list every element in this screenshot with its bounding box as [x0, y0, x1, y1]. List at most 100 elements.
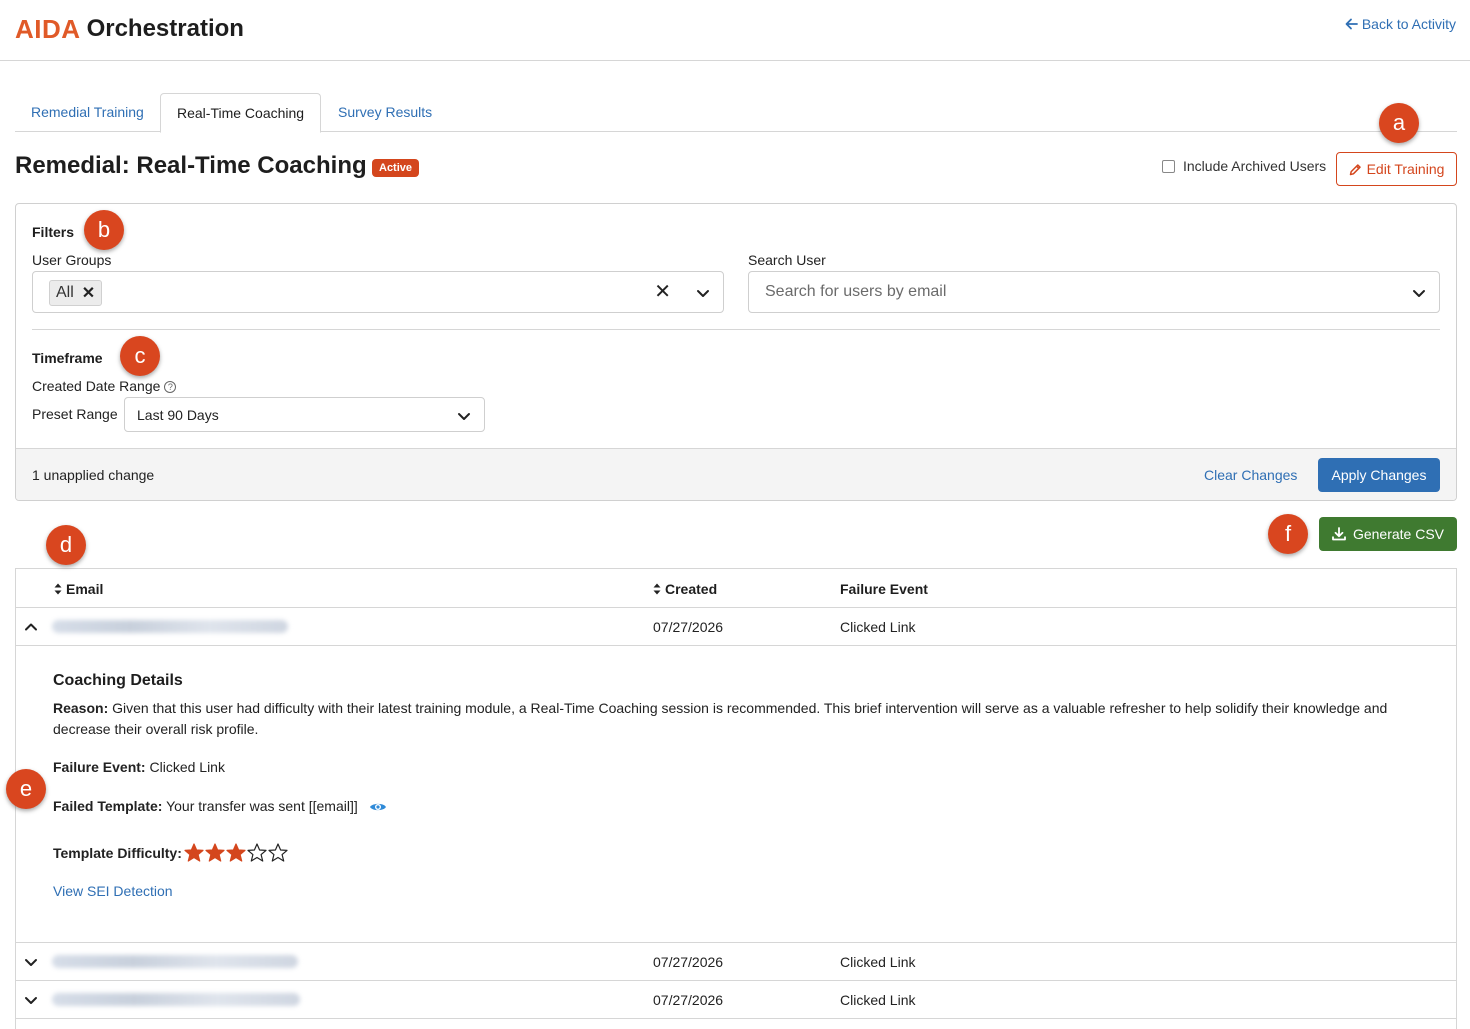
preset-range-select[interactable]: Last 90 Days	[124, 397, 485, 432]
blurred-email	[52, 620, 288, 633]
reason-line: Reason: Given that this user had difficu…	[53, 698, 1423, 740]
page-title: Remedial: Real-Time Coaching	[15, 152, 367, 179]
download-icon	[1332, 527, 1346, 541]
failure-event-cell: Clicked Link	[840, 619, 916, 635]
difficulty-stars	[184, 843, 288, 863]
chevron-down-icon[interactable]	[24, 993, 38, 1007]
template-difficulty-line: Template Difficulty:	[53, 843, 182, 864]
eye-icon[interactable]	[369, 801, 387, 813]
include-archived-label: Include Archived Users	[1183, 158, 1327, 174]
arrow-left-icon	[1345, 18, 1358, 30]
pencil-icon	[1349, 163, 1361, 175]
remove-chip-icon[interactable]: ✕	[82, 283, 95, 303]
user-group-chip-label: All	[56, 284, 74, 301]
sort-icon	[653, 583, 661, 595]
table-row[interactable]: 07/27/2026 Clicked Link	[16, 980, 1456, 1018]
search-user-label: Search User	[748, 252, 826, 268]
column-header-created[interactable]: Created	[653, 581, 717, 597]
star-filled-icon	[184, 843, 204, 862]
template-difficulty-label: Template Difficulty:	[53, 845, 182, 861]
annotation-marker-d: d	[46, 525, 86, 565]
created-cell: 07/27/2026	[653, 992, 724, 1008]
tab-survey-results[interactable]: Survey Results	[322, 93, 448, 132]
filters-title: Filters	[32, 224, 75, 240]
failed-template-line: Failed Template: Your transfer was sent …	[53, 796, 358, 817]
star-empty-icon	[247, 843, 267, 862]
sort-icon	[54, 583, 62, 595]
apply-changes-button[interactable]: Apply Changes	[1318, 458, 1440, 492]
preset-range-value: Last 90 Days	[137, 407, 219, 423]
edit-training-label: Edit Training	[1366, 161, 1445, 177]
star-empty-icon	[268, 843, 288, 862]
clear-selection-icon[interactable]: ✕	[654, 282, 671, 302]
filters-footer: 1 unapplied change Clear Changes Apply C…	[16, 448, 1456, 500]
search-user-placeholder: Search for users by email	[765, 283, 947, 300]
annotation-marker-a: a	[1379, 103, 1419, 143]
coaching-details-panel: Coaching Details Reason: Given that this…	[16, 645, 1456, 942]
column-header-failure-event-label: Failure Event	[840, 581, 928, 597]
search-user-select[interactable]: Search for users by email	[748, 271, 1440, 313]
failure-event-cell: Clicked Link	[840, 954, 916, 970]
tab-real-time-coaching[interactable]: Real-Time Coaching	[160, 93, 322, 133]
logo-product: Orchestration	[86, 15, 244, 42]
include-archived-users-toggle[interactable]: Include Archived Users	[1162, 158, 1326, 174]
annotation-marker-e: e	[6, 769, 46, 809]
generate-csv-label: Generate CSV	[1352, 526, 1445, 542]
column-header-email-label: Email	[66, 581, 104, 597]
reason-text: Given that this user had difficulty with…	[53, 700, 1388, 737]
include-archived-checkbox[interactable]	[1162, 159, 1175, 173]
chevron-down-icon[interactable]	[457, 409, 471, 423]
table-row[interactable]: 07/27/2026 Clicked Link	[16, 942, 1456, 980]
failed-template-label: Failed Template:	[53, 798, 163, 814]
blurred-email	[52, 955, 298, 968]
star-filled-icon	[205, 843, 225, 862]
column-header-created-label: Created	[665, 581, 718, 597]
created-cell: 07/27/2026	[653, 954, 724, 970]
failure-event-value: Clicked Link	[149, 759, 225, 775]
failure-event-label: Failure Event:	[53, 759, 146, 775]
coaching-details-title: Coaching Details	[53, 672, 183, 689]
table-row[interactable]: 07/27/2026 Clicked Link	[16, 607, 1456, 645]
preset-range-label: Preset Range	[32, 406, 118, 422]
created-date-range-label: Created Date Range?	[32, 378, 177, 394]
app-logo: AIDA Orchestration	[15, 14, 244, 44]
filters-divider	[32, 329, 1440, 330]
timeframe-title: Timeframe	[32, 350, 103, 366]
blurred-email	[52, 993, 300, 1006]
column-header-email[interactable]: Email	[54, 581, 103, 597]
generate-csv-button[interactable]: Generate CSV	[1319, 517, 1457, 551]
table-row-divider	[16, 1018, 1456, 1029]
chevron-down-icon[interactable]	[24, 955, 38, 969]
annotation-marker-b: b	[84, 210, 124, 250]
status-badge: Active	[372, 159, 420, 177]
unapplied-changes-text: 1 unapplied change	[32, 467, 155, 483]
created-date-range-text: Created Date Range	[32, 378, 161, 394]
chevron-up-icon[interactable]	[24, 620, 38, 634]
help-icon[interactable]: ?	[164, 381, 177, 393]
back-to-activity-link[interactable]: Back to Activity	[1345, 16, 1456, 32]
user-groups-label: User Groups	[32, 252, 112, 268]
user-group-chip: All ✕	[49, 280, 103, 306]
chevron-down-icon[interactable]	[696, 286, 710, 300]
top-bar: AIDA Orchestration Back to Activity	[0, 0, 1470, 61]
tab-bar: Remedial Training Real-Time Coaching Sur…	[15, 93, 1457, 133]
chevron-down-icon[interactable]	[1412, 286, 1426, 300]
tab-remedial-training[interactable]: Remedial Training	[15, 93, 160, 132]
edit-training-button[interactable]: Edit Training	[1336, 152, 1457, 186]
failed-template-value: Your transfer was sent [[email]]	[166, 798, 358, 814]
filters-panel: Filters User Groups All ✕ ✕ Search User …	[15, 203, 1457, 501]
user-groups-select[interactable]: All ✕ ✕	[32, 271, 724, 313]
annotation-marker-f: f	[1268, 514, 1308, 554]
reason-label: Reason:	[53, 700, 109, 716]
results-table: Email Created Failure Event 07/27/2026 C…	[15, 568, 1457, 1029]
created-cell: 07/27/2026	[653, 619, 724, 635]
star-filled-icon	[226, 843, 246, 862]
column-header-failure-event: Failure Event	[840, 581, 928, 597]
back-to-activity-label: Back to Activity	[1361, 16, 1456, 32]
failure-event-cell: Clicked Link	[840, 992, 916, 1008]
clear-changes-link[interactable]: Clear Changes	[1204, 467, 1297, 483]
annotation-marker-c: c	[120, 336, 160, 376]
logo-brand: AIDA	[15, 13, 81, 44]
view-sei-detection-link[interactable]: View SEI Detection	[53, 883, 173, 899]
failure-event-line: Failure Event: Clicked Link	[53, 757, 1423, 778]
